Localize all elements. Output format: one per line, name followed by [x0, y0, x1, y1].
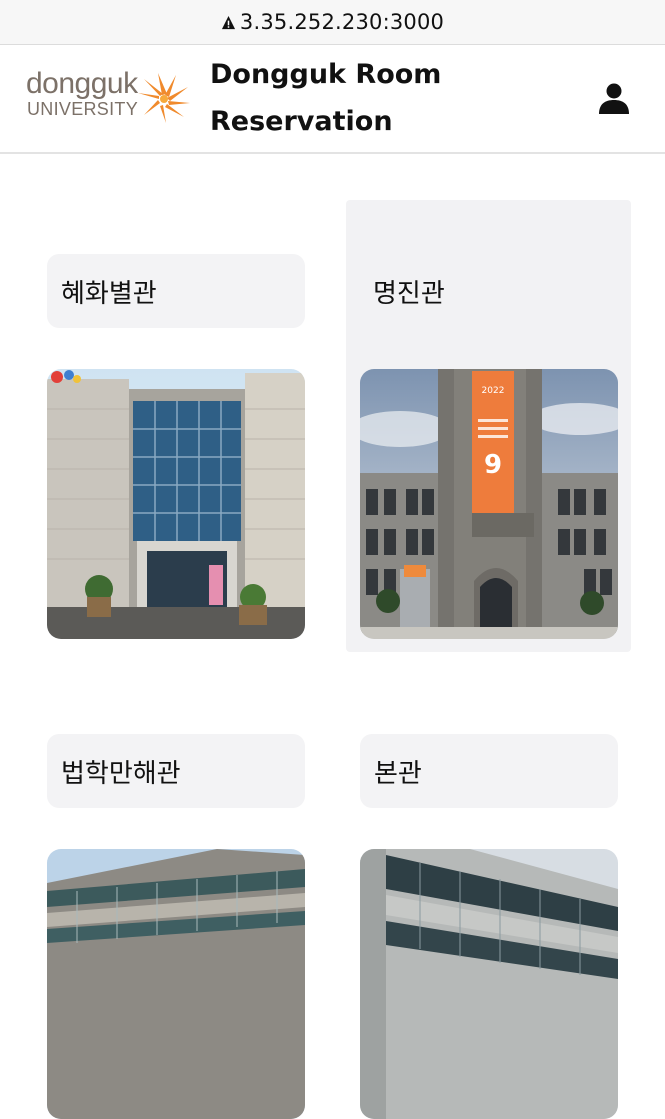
url-text: 3.35.252.230:3000	[239, 10, 445, 34]
building-name: 법학만해관	[47, 734, 305, 808]
logo-subtext: UNIVERSITY	[27, 99, 139, 119]
user-profile-button[interactable]	[596, 81, 632, 117]
building-name: 명진관	[373, 278, 445, 309]
law-building-photo	[47, 849, 305, 1119]
building-card-main[interactable]: 본관	[346, 720, 631, 1119]
building-name: 혜화별관	[47, 254, 305, 328]
building-name: 본관	[360, 734, 618, 808]
building-card-hyehwa[interactable]: 혜화별관	[34, 240, 318, 660]
dongguk-logo[interactable]: dongguk UNIVERSITY	[26, 67, 194, 127]
building-card-law[interactable]: 법학만해관	[34, 720, 318, 1119]
hyehwa-building-photo	[47, 369, 305, 639]
myeongjin-building-photo: 2022 9	[360, 369, 618, 639]
title-line-1: Dongguk Room	[210, 59, 442, 90]
title-line-2: Reservation	[210, 106, 393, 137]
page-title: Dongguk Room Reservation	[210, 51, 510, 145]
logo-wordmark: dongguk	[26, 67, 138, 100]
lotus-icon	[138, 73, 190, 123]
app-header: dongguk UNIVERSITY Dongguk Room Reservat…	[0, 45, 665, 154]
banner-year: 2022	[482, 386, 505, 396]
address-bar[interactable]: 3.35.252.230:3000	[0, 0, 665, 45]
main-building-photo	[360, 849, 618, 1119]
building-card-myeongjin[interactable]: 명진관 2022 9	[346, 200, 631, 652]
banner-number: 9	[484, 450, 502, 480]
warning-icon	[221, 15, 235, 29]
user-icon	[599, 83, 629, 114]
